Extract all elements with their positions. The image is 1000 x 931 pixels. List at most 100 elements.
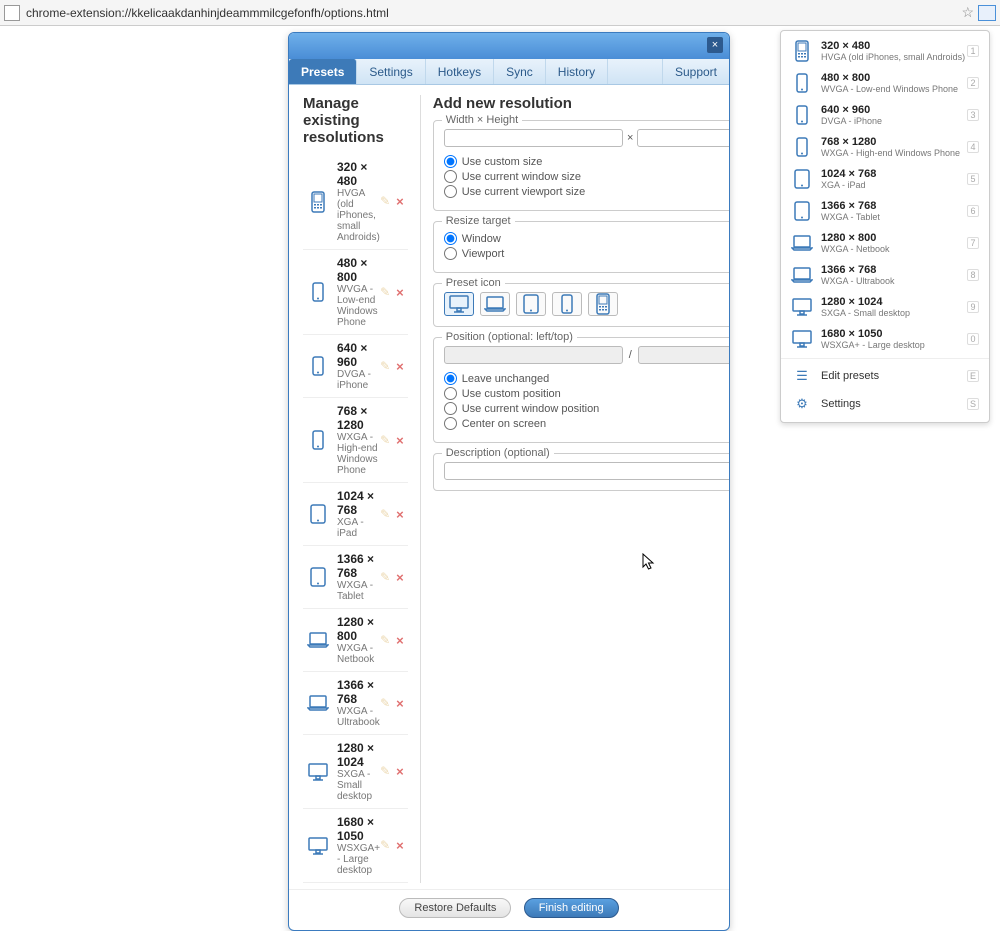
hotkey-badge: 5 — [967, 173, 979, 185]
extension-icon[interactable] — [978, 5, 996, 21]
delete-icon[interactable]: × — [396, 764, 404, 779]
delete-icon[interactable]: × — [396, 433, 404, 448]
height-input[interactable] — [637, 129, 730, 147]
resolution-name: 1366 × 768 — [337, 678, 380, 706]
tab-hotkeys[interactable]: Hotkeys — [426, 59, 494, 84]
hotkey-badge: 0 — [967, 333, 979, 345]
desktop-icon — [791, 330, 813, 348]
edit-icon[interactable]: ✎ — [380, 570, 390, 585]
pos-custom-radio[interactable] — [444, 387, 457, 400]
url-bar: chrome-extension://kkelicaakdanhinjdeamm… — [0, 0, 1000, 26]
preset-icon-laptop[interactable] — [480, 292, 510, 316]
tab-settings[interactable]: Settings — [357, 59, 425, 84]
pos-current-radio[interactable] — [444, 402, 457, 415]
popup-preset-item[interactable]: 640 × 960DVGA - iPhone3 — [781, 99, 989, 131]
bookmark-star-icon[interactable]: ☆ — [961, 4, 974, 21]
popup-preset-item[interactable]: 1366 × 768WXGA - Ultrabook8 — [781, 259, 989, 291]
preset-icon-feature[interactable] — [588, 292, 618, 316]
tablet-icon — [791, 201, 813, 221]
delete-icon[interactable]: × — [396, 696, 404, 711]
dialog-titlebar: × — [289, 33, 729, 59]
edit-icon[interactable]: ✎ — [380, 194, 390, 209]
resolution-desc: WVGA - Low-end Windows Phone — [337, 284, 380, 328]
size-window-radio[interactable] — [444, 170, 457, 183]
popup-preset-item[interactable]: 1024 × 768XGA - iPad5 — [781, 163, 989, 195]
popup-preset-desc: WXGA - Ultrabook — [821, 276, 967, 286]
resize-target-fieldset: Resize target Window Viewport — [433, 221, 730, 273]
phone-icon — [791, 105, 813, 125]
resolution-item[interactable]: 480 × 800WVGA - Low-end Windows Phone✎× — [303, 250, 408, 335]
resolution-desc: WXGA - Ultrabook — [337, 706, 380, 728]
delete-icon[interactable]: × — [396, 285, 404, 300]
preset-icon-phone[interactable] — [552, 292, 582, 316]
size-viewport-radio[interactable] — [444, 185, 457, 198]
popup-settings[interactable]: ⚙ Settings S — [781, 390, 989, 418]
popup-preset-item[interactable]: 480 × 800WVGA - Low-end Windows Phone2 — [781, 67, 989, 99]
phone-icon — [307, 430, 329, 450]
popup-preset-item[interactable]: 1280 × 1024SXGA - Small desktop9 — [781, 291, 989, 323]
hotkey-badge: 9 — [967, 301, 979, 313]
pos-left-input[interactable] — [444, 346, 623, 364]
popup-preset-desc: DVGA - iPhone — [821, 116, 967, 126]
tablet-icon — [307, 504, 329, 524]
resolution-item[interactable]: 640 × 960DVGA - iPhone✎× — [303, 335, 408, 398]
resolution-item[interactable]: 1280 × 1024SXGA - Small desktop✎× — [303, 735, 408, 809]
tab-presets[interactable]: Presets — [289, 59, 357, 84]
popup-preset-item[interactable]: 768 × 1280WXGA - High-end Windows Phone4 — [781, 131, 989, 163]
popup-preset-item[interactable]: 1366 × 768WXGA - Tablet6 — [781, 195, 989, 227]
pos-unchanged-radio[interactable] — [444, 372, 457, 385]
edit-icon[interactable]: ✎ — [380, 838, 390, 853]
tab-history[interactable]: History — [546, 59, 608, 84]
edit-icon[interactable]: ✎ — [380, 433, 390, 448]
hotkey-badge: 4 — [967, 141, 979, 153]
phone-icon — [307, 356, 329, 376]
resolution-item[interactable]: 1024 × 768XGA - iPad✎× — [303, 483, 408, 546]
restore-defaults-button[interactable]: Restore Defaults — [399, 898, 511, 918]
edit-icon[interactable]: ✎ — [380, 633, 390, 648]
resize-window-radio[interactable] — [444, 232, 457, 245]
delete-icon[interactable]: × — [396, 194, 404, 209]
resolution-item[interactable]: 1366 × 768WXGA - Tablet✎× — [303, 546, 408, 609]
resolution-name: 768 × 1280 — [337, 404, 380, 432]
size-custom-label: Use custom size — [462, 156, 543, 168]
edit-icon[interactable]: ✎ — [380, 696, 390, 711]
delete-icon[interactable]: × — [396, 838, 404, 853]
popup-edit-presets[interactable]: ☰ Edit presets E — [781, 362, 989, 390]
popup-preset-name: 1024 × 768 — [821, 168, 967, 180]
resolution-item[interactable]: 1680 × 1050WSXGA+ - Large desktop✎× — [303, 809, 408, 883]
resolution-item[interactable]: 1366 × 768WXGA - Ultrabook✎ × — [303, 672, 408, 735]
add-panel: Add new resolution Width × Height × Use … — [420, 95, 730, 883]
edit-icon[interactable]: ✎ — [380, 507, 390, 522]
popup-preset-item[interactable]: 1280 × 800WXGA - Netbook7 — [781, 227, 989, 259]
popup-preset-item[interactable]: 1680 × 1050WSXGA+ - Large desktop0 — [781, 323, 989, 355]
edit-icon[interactable]: ✎ — [380, 764, 390, 779]
tab-sync[interactable]: Sync — [494, 59, 546, 84]
delete-icon[interactable]: × — [396, 570, 404, 585]
description-fieldset: Description (optional) — [433, 453, 730, 491]
pos-center-radio[interactable] — [444, 417, 457, 430]
popup-preset-name: 480 × 800 — [821, 72, 967, 84]
delete-icon[interactable]: × — [396, 633, 404, 648]
close-icon[interactable]: × — [707, 37, 723, 53]
preset-icon-desktop[interactable] — [444, 292, 474, 316]
resolution-item[interactable]: 768 × 1280WXGA - High-end Windows Phone✎… — [303, 398, 408, 483]
resolution-item[interactable]: 320 × 480HVGA (old iPhones, small Androi… — [303, 154, 408, 250]
resize-viewport-radio[interactable] — [444, 247, 457, 260]
pos-top-input[interactable] — [638, 346, 730, 364]
edit-icon[interactable]: ✎ — [380, 359, 390, 374]
size-custom-radio[interactable] — [444, 155, 457, 168]
resolution-item[interactable]: 1280 × 800WXGA - Netbook✎× — [303, 609, 408, 672]
description-input[interactable] — [444, 462, 730, 480]
popup-preset-item[interactable]: 320 × 480HVGA (old iPhones, small Androi… — [781, 35, 989, 67]
width-input[interactable] — [444, 129, 623, 147]
size-window-label: Use current window size — [462, 171, 581, 183]
tab-support[interactable]: Support — [662, 59, 729, 84]
finish-editing-button[interactable]: Finish editing — [524, 898, 619, 918]
desktop-icon — [307, 763, 329, 781]
preset-icon-tablet[interactable] — [516, 292, 546, 316]
edit-icon[interactable]: ✎ — [380, 285, 390, 300]
popup-preset-desc: WXGA - Tablet — [821, 212, 967, 222]
delete-icon[interactable]: × — [396, 507, 404, 522]
delete-icon[interactable]: × — [396, 359, 404, 374]
hotkey-badge: 7 — [967, 237, 979, 249]
